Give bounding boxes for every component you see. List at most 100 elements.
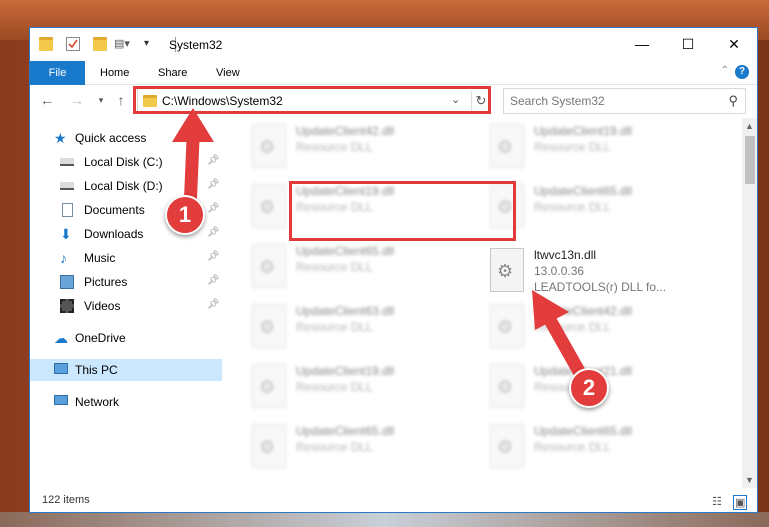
pin-icon[interactable]: 📌︎ — [207, 299, 220, 310]
close-icon: ✕ — [728, 36, 740, 52]
dll-file-icon — [490, 424, 524, 468]
dll-file-icon — [490, 364, 524, 408]
file-item[interactable]: UpdateClient19.dll Resource DLL — [246, 178, 476, 236]
file-item[interactable]: UpdateClient19.dll Resource DLL — [246, 358, 476, 416]
sidebar-item-pictures[interactable]: Pictures 📌︎ — [30, 271, 222, 293]
title-bar: ▤▾ ▾ System32 — ☐ ✕ — [30, 28, 757, 61]
file-item[interactable]: UpdateClient65.dll Resource DLL — [484, 418, 714, 476]
search-icon[interactable]: ⚲ — [728, 93, 738, 109]
download-icon: ⬇ — [60, 226, 72, 242]
back-button[interactable]: ← — [38, 91, 56, 109]
pin-icon[interactable]: 📌︎ — [207, 227, 220, 238]
chevron-up-icon[interactable]: ⌃ — [721, 65, 729, 76]
sidebar-item-videos[interactable]: Videos 📌︎ — [30, 295, 222, 317]
chevron-down-icon[interactable]: ▾ — [144, 37, 158, 51]
tab-view[interactable]: View — [216, 61, 240, 85]
dll-file-icon — [252, 244, 286, 288]
star-icon: ★ — [54, 130, 67, 146]
customize-toolbar-icon[interactable]: ▤▾ — [114, 37, 130, 51]
sidebar-item-label: Videos — [84, 299, 121, 313]
pin-icon[interactable]: 📌︎ — [207, 275, 220, 286]
scroll-down-icon[interactable]: ▼ — [745, 475, 754, 485]
properties-icon[interactable] — [66, 37, 80, 51]
chevron-down-icon: ▾ — [98, 95, 104, 105]
sidebar-item-network[interactable]: Network — [30, 391, 222, 413]
file-name: UpdateClient65.dll — [534, 184, 633, 198]
tab-share[interactable]: Share — [158, 61, 187, 85]
file-description: Resource DLL — [534, 140, 611, 154]
callout-2: 2 — [569, 368, 609, 408]
minimize-button[interactable]: — — [619, 28, 665, 60]
file-item[interactable]: UpdateClient65.dll Resource DLL — [246, 418, 476, 476]
details-view-icon[interactable]: ☷ — [712, 495, 722, 508]
sidebar-item-local-disk-d[interactable]: Local Disk (D:) 📌︎ — [30, 175, 222, 197]
file-item[interactable]: UpdateClient42.dll Resource DLL — [484, 298, 714, 356]
sidebar-item-local-disk-c[interactable]: Local Disk (C:) 📌︎ — [30, 151, 222, 173]
dll-file-icon — [490, 304, 524, 348]
file-item[interactable]: UpdateClient19.dll Resource DLL — [484, 118, 714, 176]
file-name: UpdateClient42.dll — [296, 124, 395, 138]
file-item[interactable]: UpdateClient42.dll Resource DLL — [246, 118, 476, 176]
sidebar-item-this-pc[interactable]: This PC — [30, 359, 222, 381]
item-count: 122 items — [42, 494, 90, 506]
pin-icon[interactable]: 📌︎ — [207, 203, 220, 214]
file-name: UpdateClient19.dll — [296, 184, 395, 198]
large-icons-view-icon[interactable]: ▣ — [733, 495, 748, 510]
help-button[interactable]: ? — [735, 65, 749, 79]
sidebar-item-label: Downloads — [84, 227, 144, 241]
file-item[interactable]: UpdateClient65.dll Resource DLL — [484, 178, 714, 236]
file-list: UpdateClient42.dll Resource DLL UpdateCl… — [226, 118, 742, 488]
close-button[interactable]: ✕ — [711, 28, 757, 60]
file-description: Resource DLL — [534, 200, 611, 214]
scrollbar-thumb[interactable] — [745, 136, 755, 184]
sidebar-item-onedrive[interactable]: ☁ OneDrive — [30, 327, 222, 349]
explorer-window: ▤▾ ▾ System32 — ☐ ✕ File Home Share View… — [29, 27, 758, 513]
drive-icon — [60, 182, 74, 190]
recent-locations-button[interactable]: ▾ — [92, 91, 110, 109]
scroll-up-icon[interactable]: ▲ — [745, 121, 754, 131]
pin-icon[interactable]: 📌︎ — [207, 179, 220, 190]
sidebar-item-label: OneDrive — [75, 331, 126, 345]
address-path[interactable]: C:\Windows\System32 — [162, 94, 283, 108]
file-description: LEADTOOLS(r) DLL fo... — [534, 280, 667, 294]
pin-icon[interactable]: 📌︎ — [207, 251, 220, 262]
search-input[interactable]: Search System32 — [510, 94, 605, 108]
tab-file[interactable]: File — [30, 61, 85, 85]
sidebar-item-label: Pictures — [84, 275, 128, 289]
pictures-icon — [60, 275, 74, 289]
refresh-button[interactable]: ↻ — [471, 91, 490, 111]
tab-home[interactable]: Home — [100, 61, 129, 85]
minimize-icon: — — [635, 36, 649, 52]
network-icon — [54, 395, 68, 405]
file-name: UpdateClient42.dll — [534, 304, 633, 318]
file-item[interactable]: UpdateClient63.dll Resource DLL — [246, 298, 476, 356]
chevron-down-icon[interactable]: ⌄ — [451, 93, 460, 106]
file-description: Resource DLL — [296, 440, 373, 454]
pin-icon[interactable]: 📌︎ — [207, 155, 220, 166]
dll-file-icon — [252, 424, 286, 468]
new-folder-icon[interactable] — [93, 37, 107, 51]
sidebar-item-label: This PC — [75, 363, 118, 377]
file-item-ltwvc13n[interactable]: ltwvc13n.dll 13.0.0.36 LEADTOOLS(r) DLL … — [484, 242, 714, 300]
documents-icon — [62, 203, 73, 217]
forward-button[interactable]: → — [68, 91, 86, 109]
file-version: 13.0.0.36 — [534, 264, 585, 278]
arrow-up-icon: ↑ — [117, 92, 125, 108]
file-name: UpdateClient65.dll — [296, 244, 395, 258]
search-box[interactable]: Search System32 ⚲ — [503, 88, 746, 114]
file-description: Resource DLL — [296, 200, 373, 214]
folder-icon[interactable] — [39, 37, 53, 51]
file-description: Resource DLL — [296, 140, 373, 154]
sidebar-item-label: Local Disk (D:) — [84, 179, 163, 193]
vertical-scrollbar[interactable]: ▲ ▼ — [742, 118, 757, 488]
address-bar[interactable]: C:\Windows\System32 ⌄ ↻ — [137, 88, 491, 114]
up-button[interactable]: ↑ — [112, 91, 130, 109]
sidebar-item-music[interactable]: ♪ Music 📌︎ — [30, 247, 222, 269]
videos-icon — [60, 299, 74, 313]
sidebar-item-label: Music — [84, 251, 116, 265]
sidebar-item-quick-access[interactable]: ★ Quick access — [30, 127, 222, 149]
sidebar-item-label: Network — [75, 395, 120, 409]
maximize-button[interactable]: ☐ — [665, 28, 711, 60]
file-item[interactable]: UpdateClient65.dll Resource DLL — [246, 238, 476, 296]
computer-icon — [54, 363, 68, 374]
